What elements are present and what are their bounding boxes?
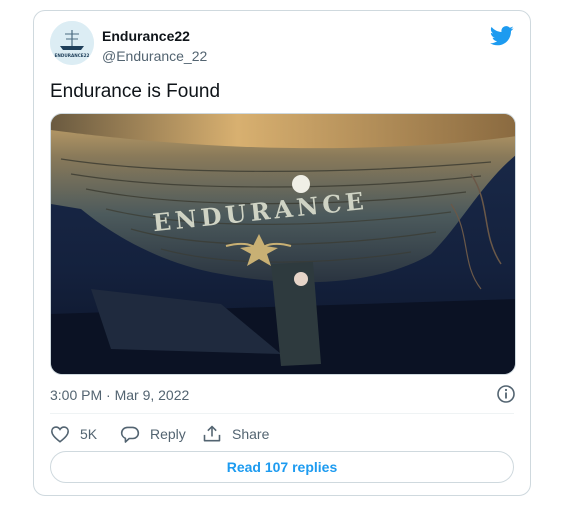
svg-text:ENDURANCE22: ENDURANCE22 bbox=[55, 53, 90, 58]
tweet-photo[interactable]: ENDURANCE bbox=[50, 113, 516, 375]
reply-icon bbox=[120, 426, 140, 443]
like-button[interactable]: 5K bbox=[50, 423, 97, 445]
avatar[interactable]: ENDURANCE22 bbox=[50, 21, 94, 65]
info-icon[interactable] bbox=[496, 384, 516, 404]
share-button[interactable]: Share bbox=[202, 423, 269, 445]
tweet-text: Endurance is Found bbox=[50, 81, 221, 102]
share-icon bbox=[203, 425, 221, 442]
twitter-bird-icon[interactable] bbox=[489, 25, 514, 47]
reply-button[interactable]: Reply bbox=[120, 423, 186, 445]
read-replies-button[interactable]: Read 107 replies bbox=[50, 451, 514, 483]
reply-label: Reply bbox=[150, 426, 186, 442]
user-handle[interactable]: @Endurance_22 bbox=[102, 48, 207, 64]
share-label: Share bbox=[232, 426, 270, 442]
divider bbox=[50, 413, 514, 414]
display-name[interactable]: Endurance22 bbox=[102, 28, 190, 44]
like-count: 5K bbox=[80, 426, 98, 442]
tweet-card: ENDURANCE22 Endurance22 @Endurance_22 En… bbox=[33, 10, 531, 496]
tweet-timestamp[interactable]: 3:00 PM · Mar 9, 2022 bbox=[50, 387, 189, 403]
heart-icon bbox=[51, 426, 69, 443]
